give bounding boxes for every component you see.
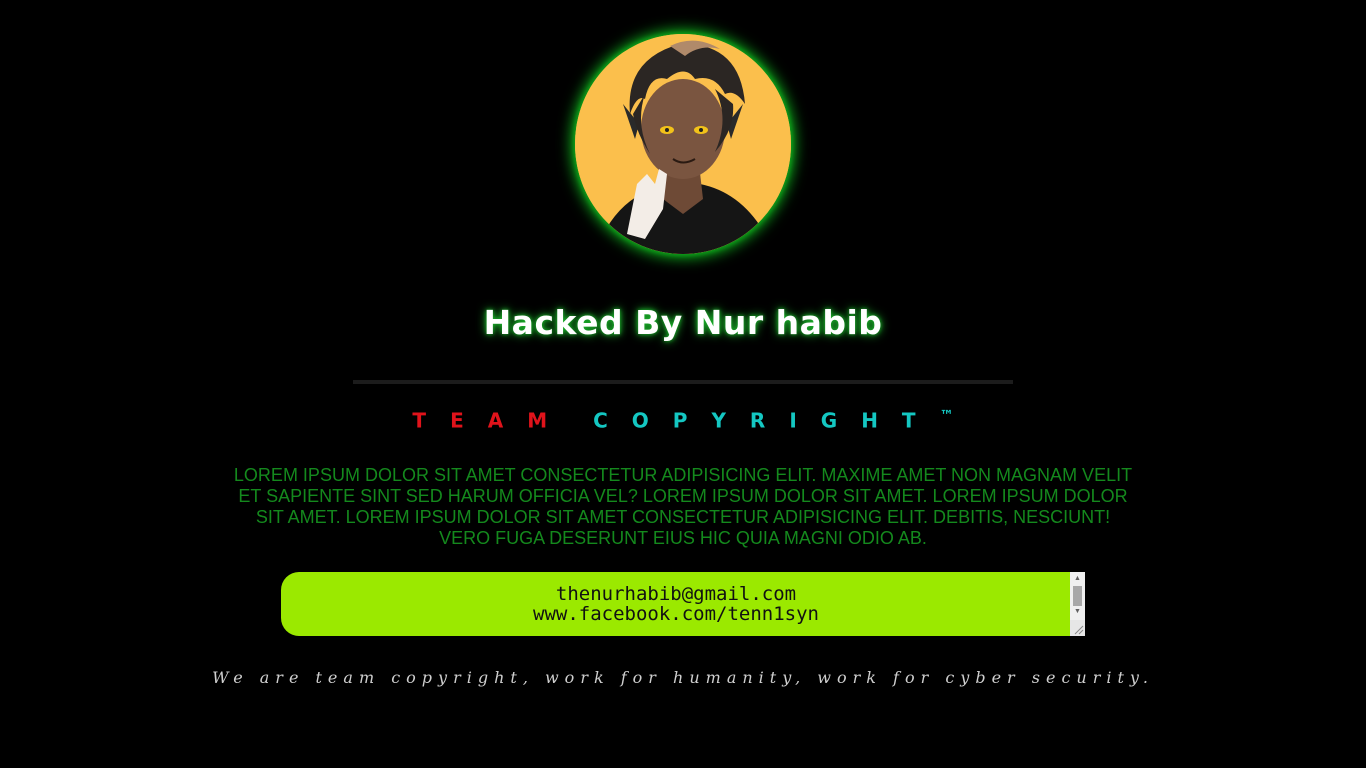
- anime-character-avatar-icon: [575, 34, 791, 254]
- contact-facebook: www.facebook.com/tenn1syn: [533, 603, 819, 625]
- divider: [353, 380, 1013, 384]
- contact-textarea[interactable]: thenurhabib@gmail.com www.facebook.com/t…: [281, 572, 1071, 636]
- scroll-up-arrow-icon[interactable]: ▲: [1070, 573, 1085, 585]
- contact-email: thenurhabib@gmail.com: [555, 583, 797, 605]
- team-heading: TEAM COPYRIGHT™: [0, 408, 1366, 433]
- trademark-symbol: ™: [939, 408, 954, 424]
- team-word: TEAM: [412, 408, 572, 433]
- avatar: [575, 34, 791, 254]
- footer-tagline: We are team copyright, work for humanity…: [212, 668, 1154, 687]
- scroll-thumb[interactable]: [1073, 586, 1082, 606]
- scroll-down-arrow-icon[interactable]: ▼: [1070, 606, 1085, 618]
- page-title: Hacked By Nur habib: [483, 303, 883, 342]
- description-text: LOREM IPSUM DOLOR SIT AMET CONSECTETUR A…: [233, 465, 1133, 548]
- resize-handle-icon[interactable]: [1070, 620, 1085, 636]
- copyright-word: COPYRIGHT: [593, 408, 940, 433]
